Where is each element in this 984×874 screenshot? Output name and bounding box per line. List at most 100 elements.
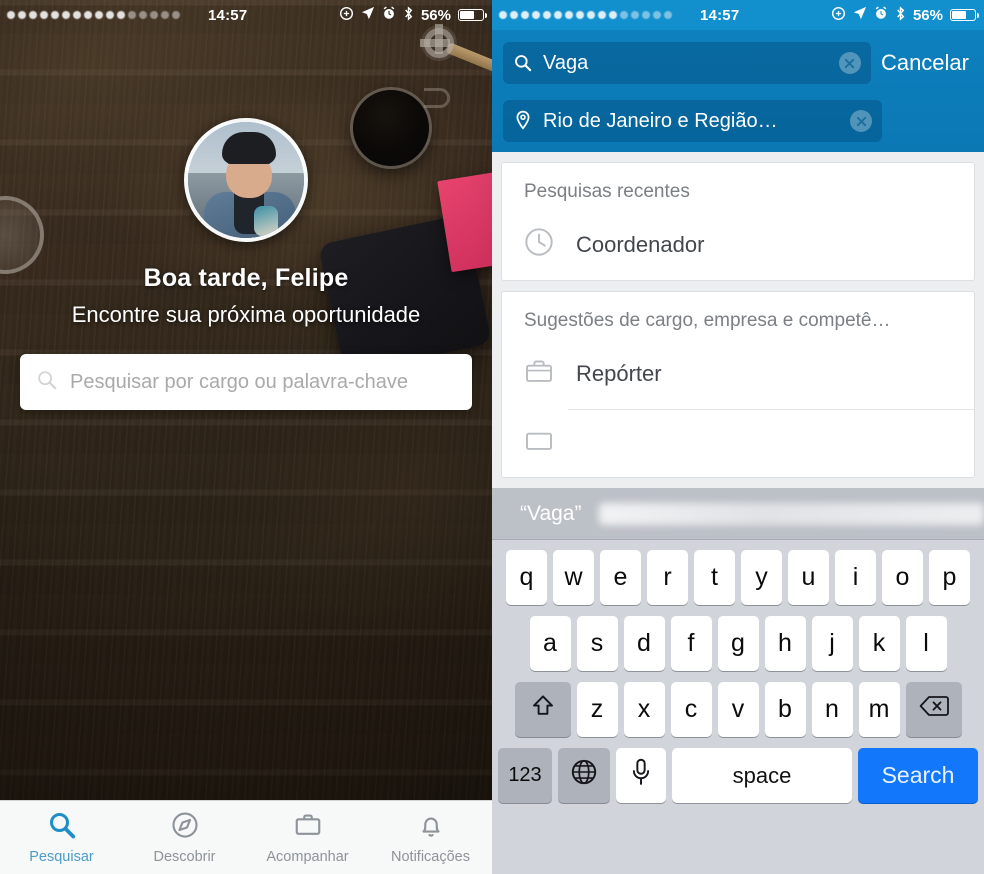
bluetooth-icon <box>403 5 414 25</box>
backspace-icon <box>919 694 949 725</box>
key-g[interactable]: g <box>717 616 759 671</box>
key-z[interactable]: z <box>576 682 618 737</box>
right-phone-screen: 14:57 56% Vaga Cancelar Rio de Janeiro e… <box>492 0 984 874</box>
key-o[interactable]: o <box>882 550 923 605</box>
keyboard-rows: q w e r t y u i o p a s d f g h j k l z … <box>492 540 984 817</box>
location-search-row: Rio de Janeiro e Região… <box>503 100 882 142</box>
search-key[interactable]: Search <box>858 748 978 803</box>
list-item[interactable]: Coordenador <box>502 213 974 280</box>
shift-arrow-icon <box>530 693 556 726</box>
clear-location-icon[interactable] <box>850 110 872 132</box>
recent-searches-card: Pesquisas recentes Coordenador <box>501 162 975 281</box>
alarm-clock-icon <box>382 6 396 24</box>
ios-keyboard: “Vaga” q w e r t y u i o p a s d f g h j… <box>492 488 984 874</box>
carrier-dots <box>0 11 180 19</box>
battery-icon <box>950 9 980 21</box>
tab-descobrir[interactable]: Descobrir <box>123 810 246 865</box>
cancel-button[interactable]: Cancelar <box>881 50 973 76</box>
battery-percent: 56% <box>420 6 451 24</box>
key-y[interactable]: y <box>741 550 782 605</box>
tab-label: Pesquisar <box>29 849 94 865</box>
list-item-label: Coordenador <box>576 231 705 257</box>
key-q[interactable]: q <box>506 550 547 605</box>
key-r[interactable]: r <box>647 550 688 605</box>
key-w[interactable]: w <box>553 550 594 605</box>
dictation-key[interactable] <box>616 748 666 803</box>
dual-phone-screenshot: 14:57 56% Boa tarde, Felipe Encontre sua… <box>0 0 984 874</box>
subtitle-text: Encontre sua próxima oportunidade <box>71 302 421 327</box>
battery-percent: 56% <box>912 6 943 24</box>
tab-pesquisar[interactable]: Pesquisar <box>0 810 123 865</box>
location-search-input[interactable]: Rio de Janeiro e Região… <box>503 100 882 142</box>
rotation-lock-icon <box>831 6 846 25</box>
key-n[interactable]: n <box>811 682 853 737</box>
tab-notificacoes[interactable]: Notificações <box>369 810 492 865</box>
search-icon <box>36 369 58 396</box>
keyword-search-input[interactable]: Vaga <box>503 42 871 84</box>
left-status-bar: 14:57 56% <box>0 0 492 30</box>
list-item[interactable]: Repórter <box>502 342 974 409</box>
avatar[interactable] <box>184 118 308 242</box>
shift-key[interactable] <box>514 682 571 737</box>
briefcase-icon <box>524 424 554 459</box>
microphone-icon <box>630 758 652 793</box>
status-time: 14:57 <box>208 6 248 24</box>
carrier-dots <box>492 11 672 19</box>
alarm-clock-icon <box>874 6 888 24</box>
key-b[interactable]: b <box>764 682 806 737</box>
key-v[interactable]: v <box>717 682 759 737</box>
search-icon <box>513 53 533 73</box>
key-d[interactable]: d <box>623 616 665 671</box>
avatar-photo-scarf <box>254 206 278 236</box>
autocorrect-suggestion[interactable]: “Vaga” <box>492 502 581 526</box>
search-placeholder: Pesquisar por cargo ou palavra-chave <box>70 370 408 393</box>
briefcase-icon <box>293 810 323 845</box>
compass-icon <box>170 810 200 845</box>
key-p[interactable]: p <box>929 550 970 605</box>
tab-label: Notificações <box>391 849 470 865</box>
key-c[interactable]: c <box>670 682 712 737</box>
search-input[interactable]: Pesquisar por cargo ou palavra-chave <box>20 354 472 410</box>
key-u[interactable]: u <box>788 550 829 605</box>
map-pin-icon <box>513 110 533 132</box>
keyword-value: Vaga <box>543 51 589 74</box>
space-key[interactable]: space <box>672 748 852 803</box>
bell-icon <box>416 810 446 845</box>
status-icons: 56% <box>339 5 492 25</box>
list-item-partial[interactable] <box>502 410 974 477</box>
key-h[interactable]: h <box>764 616 806 671</box>
key-f[interactable]: f <box>670 616 712 671</box>
key-k[interactable]: k <box>858 616 900 671</box>
tab-label: Descobrir <box>153 849 216 865</box>
rotation-lock-icon <box>339 6 354 25</box>
key-t[interactable]: t <box>694 550 735 605</box>
key-e[interactable]: e <box>600 550 641 605</box>
key-j[interactable]: j <box>811 616 853 671</box>
key-i[interactable]: i <box>835 550 876 605</box>
bluetooth-icon <box>895 5 906 25</box>
bottom-tab-bar: Pesquisar Descobrir Acompanhar Notificaç… <box>0 800 492 874</box>
key-a[interactable]: a <box>529 616 571 671</box>
hero-section: Boa tarde, Felipe Encontre sua próxima o… <box>0 0 492 410</box>
briefcase-icon <box>524 356 554 391</box>
location-arrow-icon <box>853 6 867 24</box>
tab-acompanhar[interactable]: Acompanhar <box>246 810 369 865</box>
search-icon <box>47 810 77 845</box>
keyboard-row-1: q w e r t y u i o p <box>495 550 981 605</box>
list-item-label: Repórter <box>576 360 662 386</box>
globe-key[interactable] <box>558 748 610 803</box>
right-status-bar: 14:57 56% <box>492 0 984 30</box>
avatar-photo-hat <box>222 132 276 164</box>
key-m[interactable]: m <box>858 682 900 737</box>
backspace-key[interactable] <box>905 682 962 737</box>
blurred-suggestions <box>599 502 984 525</box>
key-x[interactable]: x <box>623 682 665 737</box>
left-phone-screen: 14:57 56% Boa tarde, Felipe Encontre sua… <box>0 0 492 874</box>
clear-keyword-icon[interactable] <box>838 52 861 74</box>
numeric-key[interactable]: 123 <box>498 748 552 803</box>
key-l[interactable]: l <box>905 616 947 671</box>
status-time: 14:57 <box>700 6 740 24</box>
key-s[interactable]: s <box>576 616 618 671</box>
keyboard-row-3: z x c v b n m <box>495 682 981 737</box>
recent-searches-title: Pesquisas recentes <box>524 181 690 202</box>
